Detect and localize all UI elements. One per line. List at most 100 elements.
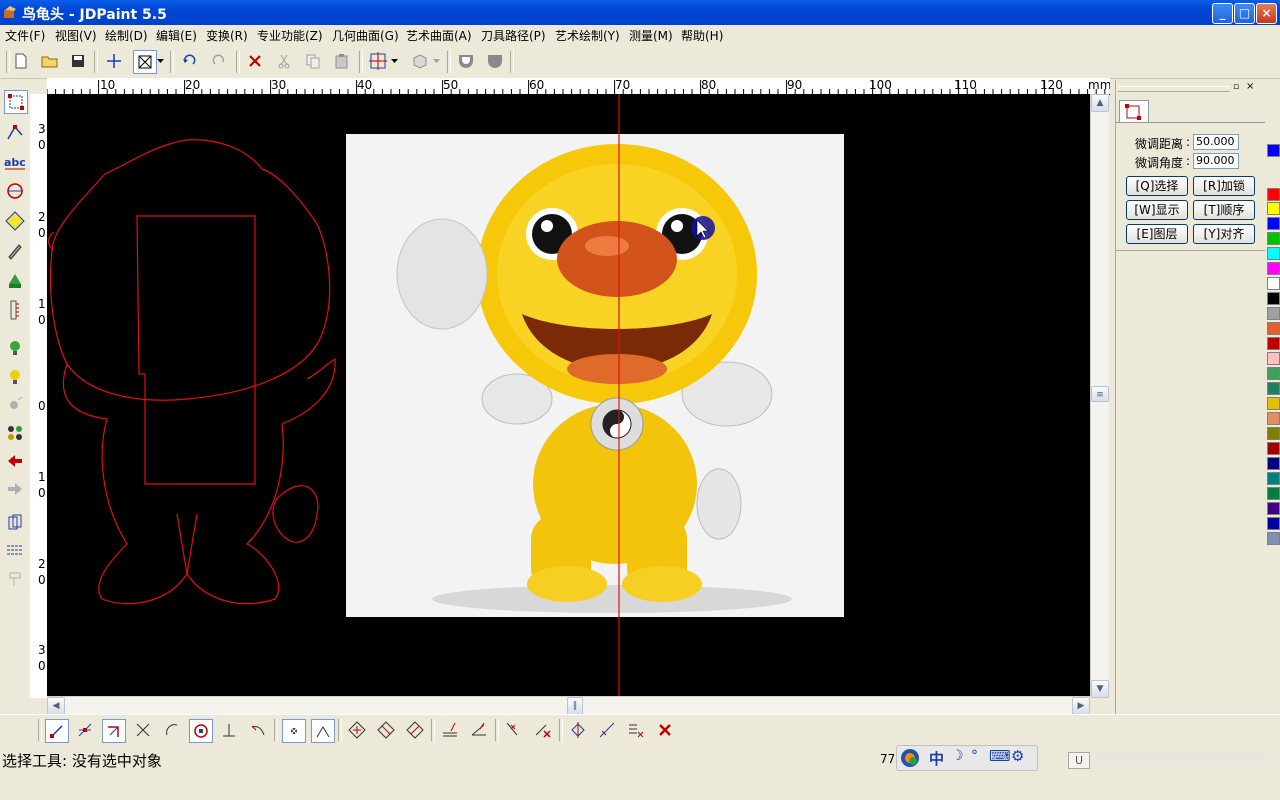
color-swatch[interactable]: [1267, 277, 1280, 290]
ime-chinese-toggle[interactable]: 中: [929, 748, 944, 769]
text-tool-icon[interactable]: abc: [4, 152, 26, 174]
snap-grid-c-icon[interactable]: [404, 719, 426, 741]
color-swatch[interactable]: [1267, 397, 1280, 410]
panel-restore-icon[interactable]: ▫: [1233, 82, 1243, 92]
snap-center-icon[interactable]: [189, 719, 213, 743]
snap-angle-icon[interactable]: [468, 719, 490, 741]
snap-node-icon[interactable]: [311, 719, 335, 743]
color-swatch[interactable]: [1267, 262, 1280, 275]
save-icon[interactable]: [67, 50, 89, 72]
arrow-left-tool-icon[interactable]: [4, 450, 26, 472]
chevron-down-icon[interactable]: [155, 50, 165, 72]
layer-button[interactable]: [E]图层: [1126, 224, 1188, 244]
node-edit-icon[interactable]: [4, 121, 26, 143]
menu-help[interactable]: 帮助(H): [681, 27, 723, 44]
panel-tab-select[interactable]: [1119, 100, 1149, 123]
menu-edit[interactable]: 编辑(E): [156, 27, 197, 44]
copy-icon[interactable]: [302, 50, 324, 72]
ime-punctuation-toggle[interactable]: °: [971, 748, 978, 764]
redo-icon[interactable]: [208, 50, 230, 72]
color-swatch[interactable]: [1267, 412, 1280, 425]
drawing-canvas[interactable]: [47, 94, 1090, 696]
delete-icon[interactable]: [244, 50, 266, 72]
color-swatch[interactable]: [1267, 502, 1280, 515]
menu-draw[interactable]: 绘制(D): [105, 27, 148, 44]
snap-extend-icon[interactable]: [596, 719, 618, 741]
select-button[interactable]: [Q]选择: [1126, 176, 1188, 196]
menu-transform[interactable]: 变换(R): [206, 27, 248, 44]
yellow-bulb-icon[interactable]: [4, 366, 26, 388]
open-folder-icon[interactable]: [39, 50, 61, 72]
fill-tool-icon[interactable]: [4, 270, 26, 292]
pen-tool-icon[interactable]: [4, 240, 26, 262]
scroll-right-button[interactable]: ▶: [1072, 697, 1090, 715]
menu-art-draw[interactable]: 艺术绘制(Y): [555, 27, 620, 44]
snap-point-icon[interactable]: [282, 719, 306, 743]
color-swatch[interactable]: [1267, 144, 1280, 157]
fine-distance-input[interactable]: 50.000: [1193, 134, 1239, 150]
horizontal-scrollbar[interactable]: ◀ ‖ ▶: [47, 696, 1090, 715]
align-button[interactable]: [Y]对齐: [1193, 224, 1255, 244]
ime-logo-icon[interactable]: [899, 748, 921, 768]
diamond-tool-icon[interactable]: [4, 210, 26, 232]
render-icon[interactable]: [484, 50, 506, 72]
shade-icon[interactable]: [455, 50, 477, 72]
hatch-tool-icon[interactable]: [4, 540, 26, 562]
lock-button[interactable]: [R]加锁: [1193, 176, 1255, 196]
vertical-scrollbar[interactable]: ▲ ≡ ▼: [1090, 94, 1109, 698]
new-file-icon[interactable]: [10, 50, 32, 72]
menu-geometric-surface[interactable]: 几何曲面(G): [332, 27, 399, 44]
menu-measure[interactable]: 测量(M): [629, 27, 673, 44]
color-swatch[interactable]: [1267, 367, 1280, 380]
color-swatch[interactable]: [1267, 532, 1280, 545]
snap-off-icon[interactable]: [532, 719, 554, 741]
color-swatch[interactable]: [1267, 472, 1280, 485]
snap-grid-a-icon[interactable]: [346, 719, 368, 741]
color-swatch[interactable]: [1267, 307, 1280, 320]
snap-perpendicular-icon[interactable]: [218, 719, 240, 741]
scroll-thumb-horizontal[interactable]: ‖: [567, 697, 583, 715]
scroll-up-button[interactable]: ▲: [1091, 94, 1109, 112]
color-swatch[interactable]: [1267, 322, 1280, 335]
color-swatch[interactable]: [1267, 427, 1280, 440]
close-button[interactable]: ×: [1256, 3, 1277, 24]
snap-mirror-icon[interactable]: [567, 719, 589, 741]
snap-grid-b-icon[interactable]: [375, 719, 397, 741]
arrow-right-tool-icon[interactable]: [4, 478, 26, 500]
measure-tool-icon[interactable]: [4, 300, 26, 322]
snap-corner-icon[interactable]: [102, 719, 126, 743]
menu-art-surface[interactable]: 艺术曲面(A): [406, 27, 472, 44]
vector-outline[interactable]: [47, 139, 336, 605]
settings-icon[interactable]: ⚙: [1011, 747, 1024, 765]
select-tool-icon[interactable]: [4, 90, 28, 114]
color-swatch[interactable]: [1267, 247, 1280, 260]
fine-angle-input[interactable]: 90.000: [1193, 153, 1239, 169]
color-swatch[interactable]: [1267, 188, 1280, 201]
crosshair-icon[interactable]: [103, 50, 125, 72]
scroll-left-button[interactable]: ◀: [47, 697, 65, 715]
cluster-tool-icon[interactable]: [4, 422, 26, 444]
order-button[interactable]: [T]顺序: [1193, 200, 1255, 220]
scroll-thumb-vertical[interactable]: ≡: [1091, 386, 1109, 402]
menu-professional[interactable]: 专业功能(Z): [257, 27, 323, 44]
menu-toolpath[interactable]: 刀具路径(P): [481, 27, 546, 44]
cnc-tool-icon[interactable]: [4, 568, 26, 590]
snap-midpoint-icon[interactable]: [74, 719, 96, 741]
color-swatch[interactable]: [1267, 217, 1280, 230]
color-swatch[interactable]: [1267, 457, 1280, 470]
maximize-button[interactable]: □: [1234, 3, 1255, 24]
color-swatch[interactable]: [1267, 352, 1280, 365]
light-tool-icon[interactable]: [4, 394, 26, 416]
reference-image[interactable]: [346, 134, 844, 617]
color-swatch[interactable]: [1267, 292, 1280, 305]
ime-halfwidth-toggle[interactable]: ☽: [951, 748, 964, 764]
cut-icon[interactable]: [273, 50, 295, 72]
3d-view-icon[interactable]: [409, 50, 431, 72]
green-bulb-icon[interactable]: [4, 337, 26, 359]
color-swatch[interactable]: [1267, 442, 1280, 455]
chevron-down-icon[interactable]: [431, 50, 441, 72]
color-swatch[interactable]: [1267, 487, 1280, 500]
menu-view[interactable]: 视图(V): [55, 27, 97, 44]
shape-tool-icon[interactable]: [4, 180, 26, 202]
scroll-down-button[interactable]: ▼: [1091, 680, 1109, 698]
